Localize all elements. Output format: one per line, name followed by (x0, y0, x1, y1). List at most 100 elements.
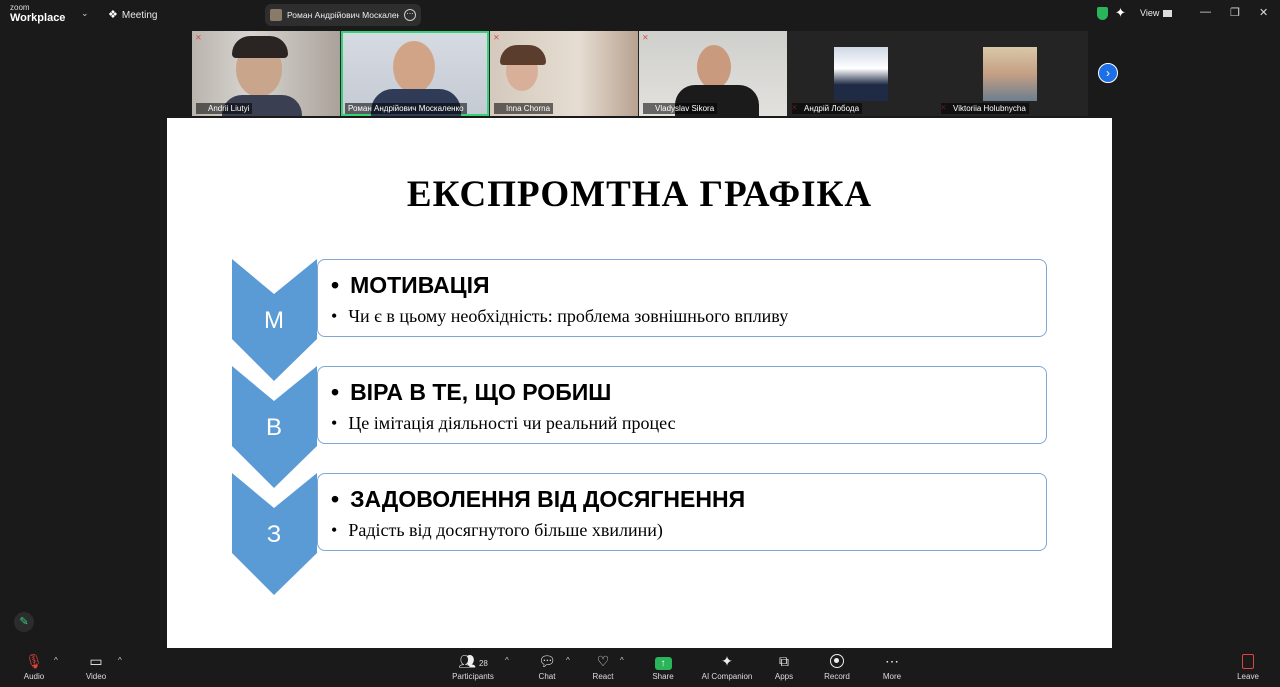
item-heading: • ВІРА В ТЕ, ЩО РОБИШ (331, 379, 612, 405)
record-label: Record (824, 672, 850, 681)
more-options-icon[interactable]: ⋯ (404, 9, 416, 21)
participant-count: 28 (478, 659, 488, 668)
shared-screen-slide: ЕКСПРОМТНА ГРАФІКА М • МОТИВАЦІЯ • Чи є в … (167, 118, 1112, 648)
meeting-menu[interactable]: ❖ Meeting (108, 8, 157, 21)
video-button[interactable]: ▭ Video ^ (66, 652, 126, 681)
participant-tile[interactable]: ⨯ Viktoriia Holubnycha (937, 31, 1085, 116)
chevron-up-icon[interactable]: ^ (620, 656, 624, 665)
paw-icon: ❖ (108, 9, 118, 21)
participant-hair (500, 45, 546, 65)
record-icon (830, 654, 844, 668)
headphones-shape (232, 36, 288, 58)
react-button[interactable]: ♡ React ^ (573, 652, 633, 681)
audio-label: Audio (23, 672, 45, 681)
share-label: Share (652, 672, 674, 681)
chevron-right-icon: › (1106, 66, 1110, 80)
slide-item-box: • ЗАДОВОЛЕННЯ ВІД ДОСЯГНЕННЯ • Радість від… (317, 473, 1047, 551)
active-speaker-pill[interactable]: Роман Андрійович Москаленко ⋯ (265, 4, 421, 26)
chevron-shape-3: З (232, 473, 318, 595)
ai-sparkle-icon: ✦ (721, 653, 733, 669)
item-detail: • Чи є в цьому необхідність: проблема зов… (331, 306, 789, 326)
zoom-logo: zoom Workplace (10, 4, 65, 24)
leave-label: Leave (1237, 672, 1259, 681)
chevron-shape-2: В (232, 366, 318, 488)
muted-mic-icon: ⨯ (195, 33, 202, 42)
participant-name: Андрій Лобода (792, 103, 863, 114)
chevron-letter: З (266, 521, 282, 548)
more-icon: ⋯ (885, 653, 899, 669)
participants-label: Participants (452, 672, 494, 681)
apps-icon: ⧉ (779, 653, 789, 669)
encryption-shield-icon[interactable] (1097, 7, 1108, 20)
minimize-icon[interactable]: — (1200, 6, 1211, 18)
ai-sparkle-icon[interactable]: ✦ (1115, 5, 1126, 21)
share-button[interactable]: ↑ Share (633, 652, 693, 681)
logo-bottom-text: Workplace (10, 12, 66, 24)
chat-button[interactable]: 💬︎ Chat ^ (517, 652, 577, 681)
apps-button[interactable]: ⧉ Apps (754, 652, 814, 681)
participant-name: Роман Андрійович Москаленко (345, 103, 467, 114)
chevron-up-icon[interactable]: ^ (566, 656, 570, 665)
meeting-toolbar: 🎙︎ Audio ^ ▭ Video ^ 👥︎ 28 Participants ^… (0, 648, 1280, 687)
participant-name: Inna Chorna (494, 103, 554, 114)
active-speaker-name: Роман Андрійович Москаленко (287, 10, 399, 20)
chat-label: Chat (538, 672, 556, 681)
participant-tile[interactable]: ⨯ Андрій Лобода (788, 31, 936, 116)
participant-name: Andrii Liutyi (196, 103, 253, 114)
logo-top-text: zoom (10, 3, 30, 12)
chevron-up-icon[interactable]: ^ (118, 656, 122, 665)
participant-name: Vladyslav Sikora (643, 103, 718, 114)
item-heading: • МОТИВАЦІЯ (331, 272, 490, 298)
muted-mic-icon: ⨯ (642, 33, 649, 42)
slide-item-box: • ВІРА В ТЕ, ЩО РОБИШ • Це імітація діяльн… (317, 366, 1047, 444)
react-label: React (592, 672, 614, 681)
video-label: Video (85, 672, 107, 681)
grid-view-icon (1163, 10, 1173, 18)
meeting-label: Meeting (121, 10, 158, 21)
annotate-pencil-icon[interactable]: ✎ (14, 612, 34, 632)
item-heading: • ЗАДОВОЛЕННЯ ВІД ДОСЯГНЕННЯ (331, 486, 746, 512)
participants-icon: 👥︎ (458, 653, 476, 669)
ai-companion-label: AI Companion (701, 672, 753, 681)
more-button[interactable]: ⋯ More (862, 652, 922, 681)
slide-item-box: • МОТИВАЦІЯ • Чи є в цьому необхідність: п… (317, 259, 1047, 337)
avatar (834, 47, 888, 101)
view-label: View (1140, 8, 1160, 18)
avatar (270, 9, 282, 21)
title-bar: zoom Workplace ⌄ ❖ Meeting Роман Андрійов… (0, 0, 1280, 30)
chevron-up-icon[interactable]: ^ (505, 656, 509, 665)
leave-button[interactable]: Leave (1218, 652, 1278, 681)
close-icon[interactable]: ✕ (1259, 6, 1268, 19)
participants-button[interactable]: 👥︎ 28 Participants ^ (443, 652, 509, 681)
record-button[interactable]: Record (807, 652, 867, 681)
slide-title: ЕКСПРОМТНА ГРАФІКА (406, 174, 873, 215)
participant-video (697, 45, 731, 89)
participant-video (393, 41, 435, 93)
heart-icon: ♡ (596, 653, 610, 669)
view-button[interactable]: View (1140, 8, 1173, 18)
restore-icon[interactable]: ❐ (1230, 6, 1240, 19)
item-detail: • Радість від досягнутого більше хвилини) (331, 520, 663, 540)
participant-tile-active[interactable]: Роман Андрійович Москаленко (341, 31, 489, 116)
avatar (983, 47, 1037, 101)
chevron-shape-1: М (232, 259, 318, 381)
more-label: More (882, 672, 902, 681)
camera-icon: ▭ (89, 653, 103, 669)
share-screen-icon: ↑ (654, 657, 672, 670)
chevron-letter: В (265, 414, 282, 441)
audio-button[interactable]: 🎙︎ Audio ^ (4, 652, 64, 681)
participant-gallery: ⨯ Andrii Liutyi Роман Андрійович Москале… (192, 31, 1088, 116)
muted-mic-icon: ⨯ (493, 33, 500, 42)
apps-label: Apps (774, 672, 794, 681)
leave-icon (1242, 654, 1254, 669)
participant-tile[interactable]: ⨯ Andrii Liutyi (192, 31, 340, 116)
chevron-up-icon[interactable]: ^ (54, 656, 58, 665)
next-page-button[interactable]: › (1098, 63, 1118, 83)
ai-companion-button[interactable]: ✦ AI Companion (694, 652, 760, 681)
chevron-letter: М (264, 307, 284, 334)
participant-tile[interactable]: ⨯ Vladyslav Sikora (639, 31, 787, 116)
item-detail: • Це імітація діяльності чи реальний проц… (331, 413, 676, 433)
participant-tile[interactable]: ⨯ Inna Chorna (490, 31, 638, 116)
participant-name: Viktoriia Holubnycha (941, 103, 1029, 114)
chevron-down-icon[interactable]: ⌄ (81, 8, 89, 19)
